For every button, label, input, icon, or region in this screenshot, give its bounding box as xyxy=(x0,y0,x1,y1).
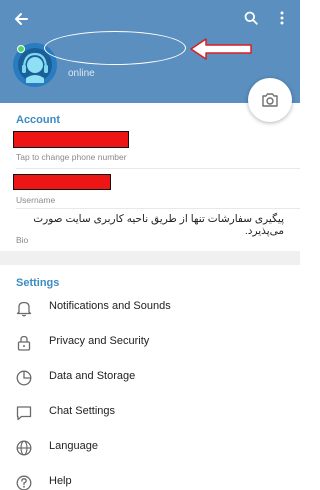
bio-hint: Bio xyxy=(16,235,29,245)
setting-language[interactable]: Language xyxy=(0,430,300,465)
set-photo-button[interactable] xyxy=(248,78,292,122)
setting-chat[interactable]: Chat Settings xyxy=(0,395,300,430)
pie-chart-icon xyxy=(16,370,32,386)
back-button[interactable] xyxy=(8,6,34,32)
search-icon xyxy=(244,11,258,25)
phone-hint: Tap to change phone number xyxy=(16,152,127,162)
setting-label: Privacy and Security xyxy=(49,335,150,347)
search-button[interactable] xyxy=(240,6,262,30)
account-section-title: Account xyxy=(16,114,60,126)
divider xyxy=(16,168,300,169)
setting-label: Help xyxy=(49,475,72,487)
username-redacted[interactable] xyxy=(13,174,111,190)
globe-icon xyxy=(16,440,32,456)
name-highlight-ellipse xyxy=(44,31,186,65)
setting-label: Notifications and Sounds xyxy=(49,300,171,312)
online-indicator xyxy=(17,45,25,53)
settings-section-title: Settings xyxy=(16,277,60,289)
more-vertical-icon xyxy=(280,11,284,25)
help-circle-icon xyxy=(16,475,32,490)
annotation-arrow-icon xyxy=(190,38,252,60)
bio-text[interactable]: پیگیری سفارشات تنها از طریق ناحیه کاربری… xyxy=(16,213,284,237)
setting-label: Chat Settings xyxy=(49,405,116,417)
section-gap xyxy=(0,251,300,265)
arrow-left-icon xyxy=(15,13,28,25)
setting-data-storage[interactable]: Data and Storage xyxy=(0,360,300,395)
setting-help[interactable]: Help xyxy=(0,465,300,490)
setting-notifications[interactable]: Notifications and Sounds xyxy=(0,290,300,325)
bell-icon xyxy=(16,301,32,317)
setting-label: Data and Storage xyxy=(49,370,136,382)
username-hint: Username xyxy=(16,195,56,205)
phone-number-redacted[interactable] xyxy=(13,131,129,148)
divider xyxy=(16,208,300,209)
setting-label: Language xyxy=(49,440,98,452)
camera-icon xyxy=(262,93,278,107)
more-menu-button[interactable] xyxy=(274,6,290,30)
setting-privacy[interactable]: Privacy and Security xyxy=(0,325,300,360)
online-status: online xyxy=(68,68,95,79)
chat-bubble-icon xyxy=(16,406,32,421)
lock-icon xyxy=(17,335,31,351)
